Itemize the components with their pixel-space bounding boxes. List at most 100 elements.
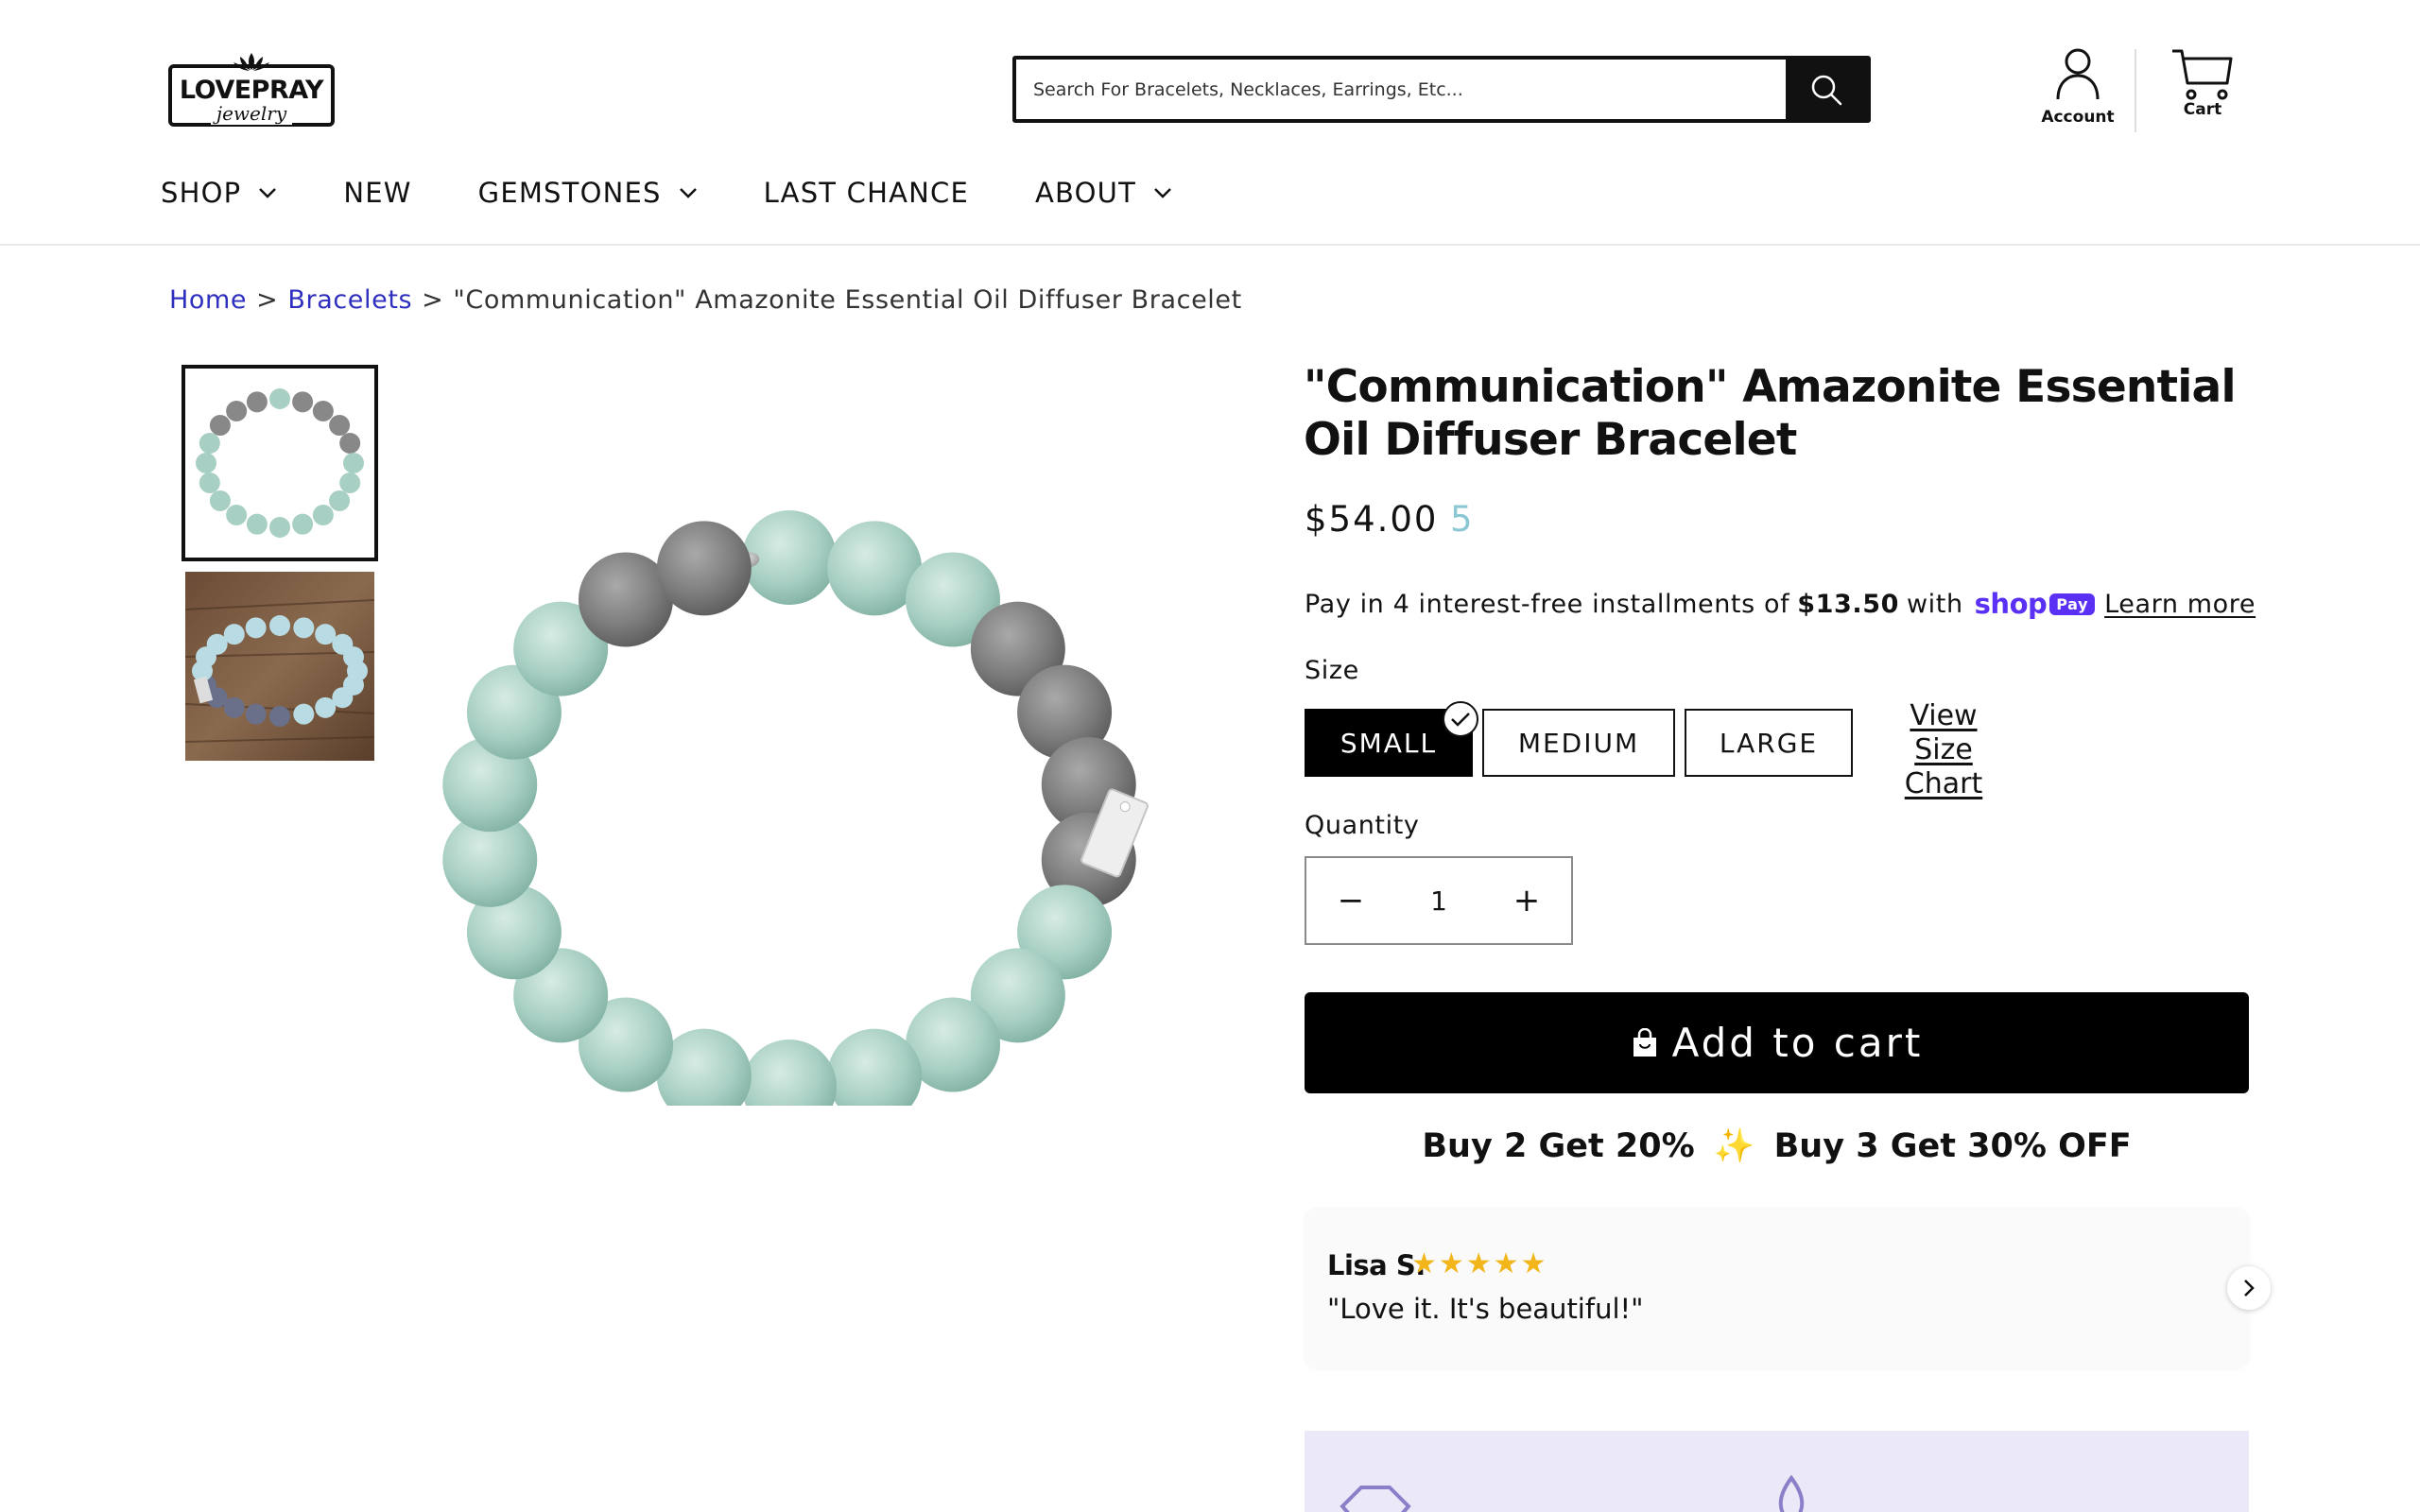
nav-label: GEMSTONES <box>477 177 662 209</box>
add-to-cart-label: Add to cart <box>1671 1020 1924 1066</box>
bead <box>329 415 351 437</box>
promo-banner <box>1305 1431 2249 1512</box>
view-size-chart-link[interactable]: View Size Chart <box>1874 699 2014 801</box>
size-chart-line1: View <box>1910 699 1978 732</box>
breadcrumb-current: "Communication" Amazonite Essential Oil … <box>453 285 1242 315</box>
nav-label: SHOP <box>161 177 242 209</box>
quantity-increase-button[interactable]: + <box>1482 858 1571 943</box>
bead <box>269 517 290 538</box>
size-label: Size <box>1305 656 1359 685</box>
logo-subtitle-text: jewelry <box>210 102 293 125</box>
review-card: Lisa S. ★★★★★ "Love it. It's beautiful!" <box>1305 1208 2249 1368</box>
shopping-bag-icon <box>1633 1027 1656 1057</box>
product-thumbnail-1[interactable] <box>182 365 378 561</box>
size-option-large[interactable]: LARGE <box>1685 709 1853 777</box>
breadcrumb-home[interactable]: Home <box>169 285 247 315</box>
search-bar <box>1012 56 1871 123</box>
product-thumbnail-2[interactable] <box>185 572 374 761</box>
size-option-medium[interactable]: MEDIUM <box>1482 709 1675 777</box>
nav-label: ABOUT <box>1035 177 1137 209</box>
product-price: $54.00 <box>1305 499 1439 540</box>
logo-subtitle: jewelry <box>168 102 335 125</box>
main-nav: SHOP NEW GEMSTONES LAST CHANCE ABOUT <box>161 172 1238 214</box>
cart-label: Cart <box>2183 100 2222 119</box>
breadcrumb-bracelets[interactable]: Bracelets <box>287 285 412 315</box>
bead <box>292 391 314 413</box>
bead <box>742 1040 837 1106</box>
cart-icon <box>2172 49 2233 100</box>
chevron-down-icon <box>679 188 697 198</box>
quantity-decrease-button[interactable]: − <box>1306 858 1395 943</box>
installments-middle: with <box>1906 589 1963 619</box>
add-to-cart-button[interactable]: Add to cart <box>1305 992 2249 1093</box>
review-next-button[interactable] <box>2227 1266 2271 1310</box>
learn-more-link[interactable]: Learn more <box>2104 590 2256 619</box>
chevron-right-icon <box>2244 1280 2255 1297</box>
bead <box>246 513 268 535</box>
bead <box>312 505 334 526</box>
logo-title: LOVEPRAY <box>179 76 324 105</box>
bead <box>246 391 268 413</box>
search-icon <box>1811 75 1842 105</box>
selected-check-icon <box>1443 701 1478 737</box>
quantity-label: Quantity <box>1305 811 1420 840</box>
bead <box>226 400 248 421</box>
product-title: "Communication" Amazonite Essential Oil … <box>1304 361 2237 466</box>
account-link[interactable]: Account <box>2032 47 2123 127</box>
bead <box>223 624 245 645</box>
bead <box>343 453 364 473</box>
header-divider <box>2135 49 2136 132</box>
quantity-stepper: − 1 + <box>1305 856 1573 945</box>
bead <box>245 703 267 725</box>
bead <box>312 400 334 421</box>
bead <box>196 453 216 473</box>
breadcrumb: Home > Bracelets > "Communication" Amazonite… <box>169 285 1242 315</box>
size-chart-line2: Size Chart <box>1904 733 1983 800</box>
cart-link[interactable]: Cart <box>2165 47 2240 119</box>
bead <box>339 432 361 454</box>
shop-pay-installments: Pay in 4 interest-free installments of $… <box>1305 588 2256 620</box>
lotus-icon <box>1778 1474 1805 1512</box>
account-label: Account <box>2041 108 2115 127</box>
promo-part1: Buy 2 Get 20% <box>1422 1127 1695 1165</box>
bracelet-on-wood-image <box>185 572 374 761</box>
nav-label: LAST CHANCE <box>763 177 970 209</box>
bundle-promo: Buy 2 Get 20% ✨ Buy 3 Get 30% OFF <box>1305 1126 2249 1165</box>
nav-item-shop[interactable]: SHOP <box>161 177 277 209</box>
bead <box>269 615 290 636</box>
bead <box>269 706 290 727</box>
review-stars: ★★★★★ <box>1411 1247 1548 1280</box>
bracelet-main-image <box>442 510 1149 1106</box>
promo-part2: Buy 3 Get 30% OFF <box>1773 1127 2132 1165</box>
bracelet-thumbnail-image <box>196 388 364 538</box>
bead <box>199 472 220 494</box>
shop-pay-logo: shop Pay <box>1974 588 2096 620</box>
bead <box>293 703 315 725</box>
bead <box>209 490 231 511</box>
bead <box>226 505 248 526</box>
shop-word: shop <box>1974 588 2048 620</box>
search-button[interactable] <box>1786 60 1867 119</box>
nav-item-last-chance[interactable]: LAST CHANCE <box>764 177 969 209</box>
nav-item-new[interactable]: NEW <box>343 177 411 209</box>
sparkle-icon: ✨ <box>1713 1127 1755 1165</box>
chevron-down-icon <box>259 188 277 198</box>
bead <box>199 432 220 454</box>
gem-icon <box>1340 1486 1411 1512</box>
bead <box>292 513 314 535</box>
nav-item-about[interactable]: ABOUT <box>1035 177 1172 209</box>
price-badge: 5 <box>1450 499 1473 540</box>
search-input[interactable] <box>1016 60 1788 119</box>
bead <box>339 472 361 494</box>
pay-pill: Pay <box>2049 593 2096 615</box>
lovepray-logo[interactable]: LOVEPRAY jewelry <box>168 51 335 130</box>
installments-prefix: Pay in 4 interest-free installments of <box>1305 589 1790 619</box>
bead <box>269 388 290 409</box>
chevron-down-icon <box>1154 188 1171 198</box>
bead <box>329 490 351 511</box>
breadcrumb-separator: > <box>422 285 444 315</box>
nav-label: NEW <box>343 177 412 209</box>
quantity-input[interactable]: 1 <box>1395 885 1482 917</box>
nav-item-gemstones[interactable]: GEMSTONES <box>478 177 698 209</box>
installment-amount: $13.50 <box>1797 589 1899 619</box>
